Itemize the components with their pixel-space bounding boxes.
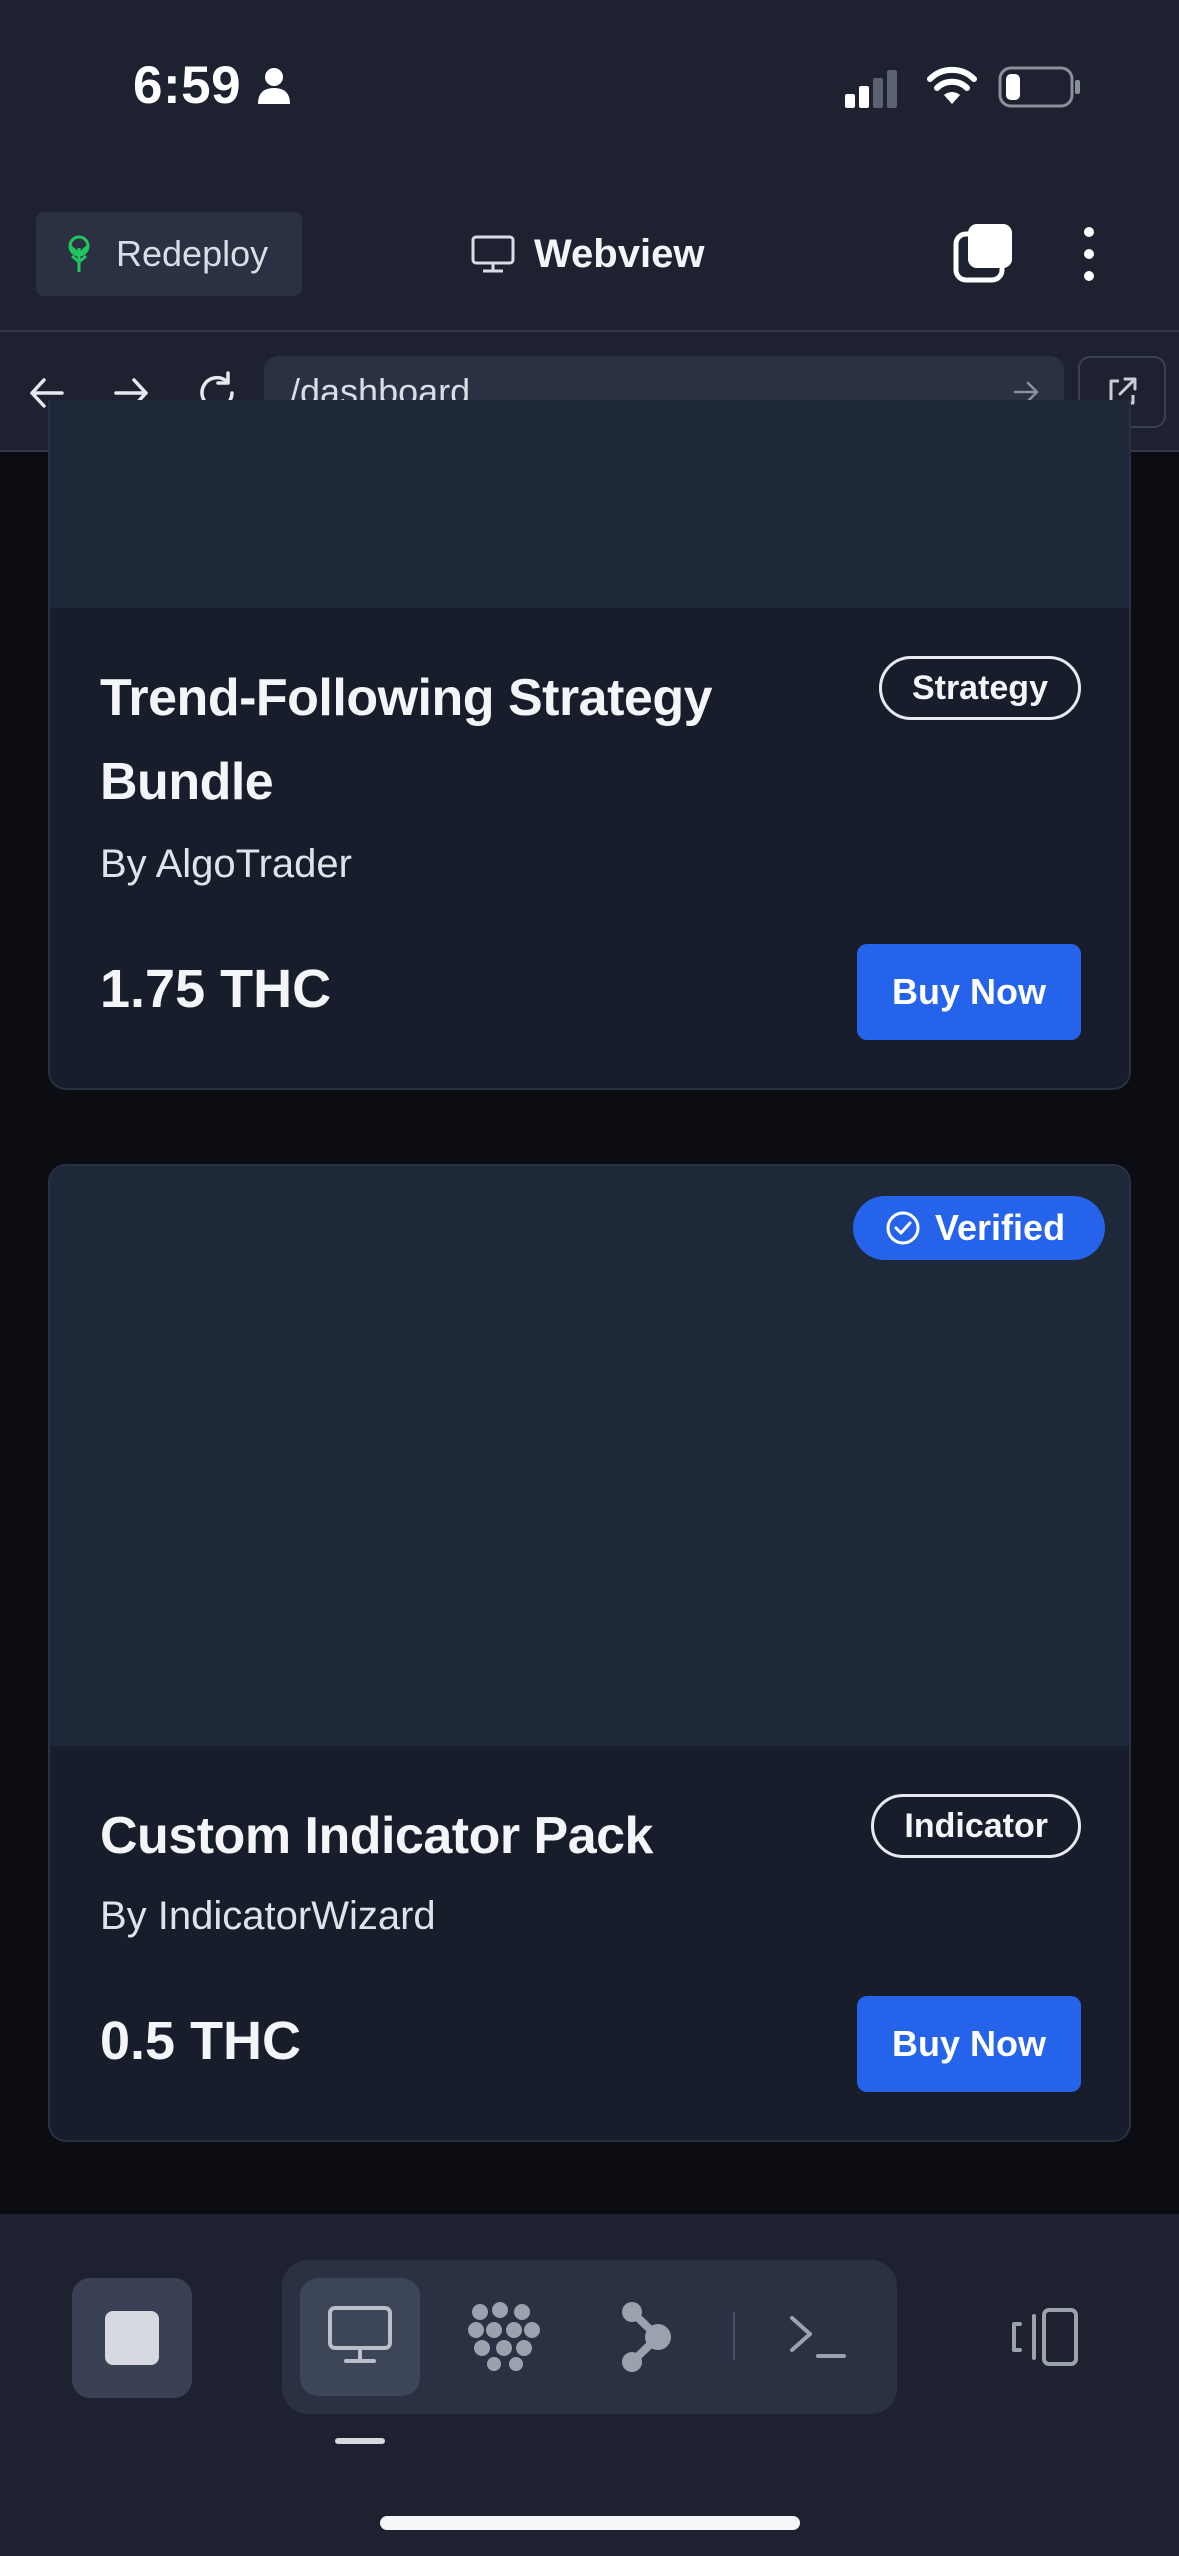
monitor-icon xyxy=(471,235,515,273)
product-title: Trend-Following Strategy Bundle xyxy=(100,656,713,824)
product-image-placeholder xyxy=(50,400,1129,608)
product-title-line-2: Bundle xyxy=(100,753,274,811)
kebab-menu-icon[interactable] xyxy=(1074,224,1104,284)
redeploy-button[interactable]: Redeploy xyxy=(36,212,302,296)
product-card: Verified Custom Indicator Pack Indicator… xyxy=(48,1164,1131,2142)
person-icon xyxy=(258,68,290,104)
status-time: 6:59 xyxy=(133,56,242,115)
battery-icon xyxy=(998,66,1080,108)
product-price: 1.75 THC xyxy=(100,959,332,1019)
stop-icon xyxy=(105,2311,159,2365)
buy-now-button[interactable]: Buy Now xyxy=(857,1996,1081,2092)
terminal-icon[interactable] xyxy=(788,2310,848,2362)
wifi-icon xyxy=(927,66,977,104)
product-card: Trend-Following Strategy Bundle Strategy… xyxy=(48,400,1131,1090)
monitor-icon[interactable] xyxy=(326,2304,394,2366)
webview-title: Webview xyxy=(470,226,704,282)
category-tag: Indicator xyxy=(871,1794,1081,1858)
grid-dots-icon[interactable] xyxy=(466,2300,542,2372)
webview-label: Webview xyxy=(534,231,705,276)
product-author: By IndicatorWizard xyxy=(100,1894,436,1938)
verified-badge: Verified xyxy=(853,1196,1105,1260)
active-tab-indicator xyxy=(335,2438,385,2444)
check-circle-icon xyxy=(886,1211,920,1245)
stop-button[interactable] xyxy=(72,2278,192,2398)
category-tag: Strategy xyxy=(878,656,1081,720)
tool-divider xyxy=(733,2312,735,2360)
redeploy-label: Redeploy xyxy=(116,233,269,274)
product-price: 0.5 THC xyxy=(100,2011,302,2071)
home-indicator[interactable] xyxy=(380,2516,800,2530)
tree-icon xyxy=(68,235,90,272)
verified-label: Verified xyxy=(935,1207,1066,1248)
tabs-icon[interactable] xyxy=(952,222,1014,284)
device-rotate-icon[interactable] xyxy=(1010,2306,1082,2368)
product-title: Custom Indicator Pack xyxy=(100,1794,653,1878)
signal-icon xyxy=(845,70,897,108)
product-author: By AlgoTrader xyxy=(100,842,352,886)
product-title-line-1: Trend-Following Strategy xyxy=(100,669,713,727)
buy-now-button[interactable]: Buy Now xyxy=(857,944,1081,1040)
product-title-line-1: Custom Indicator Pack xyxy=(100,1807,653,1865)
branch-icon[interactable] xyxy=(618,2300,674,2374)
